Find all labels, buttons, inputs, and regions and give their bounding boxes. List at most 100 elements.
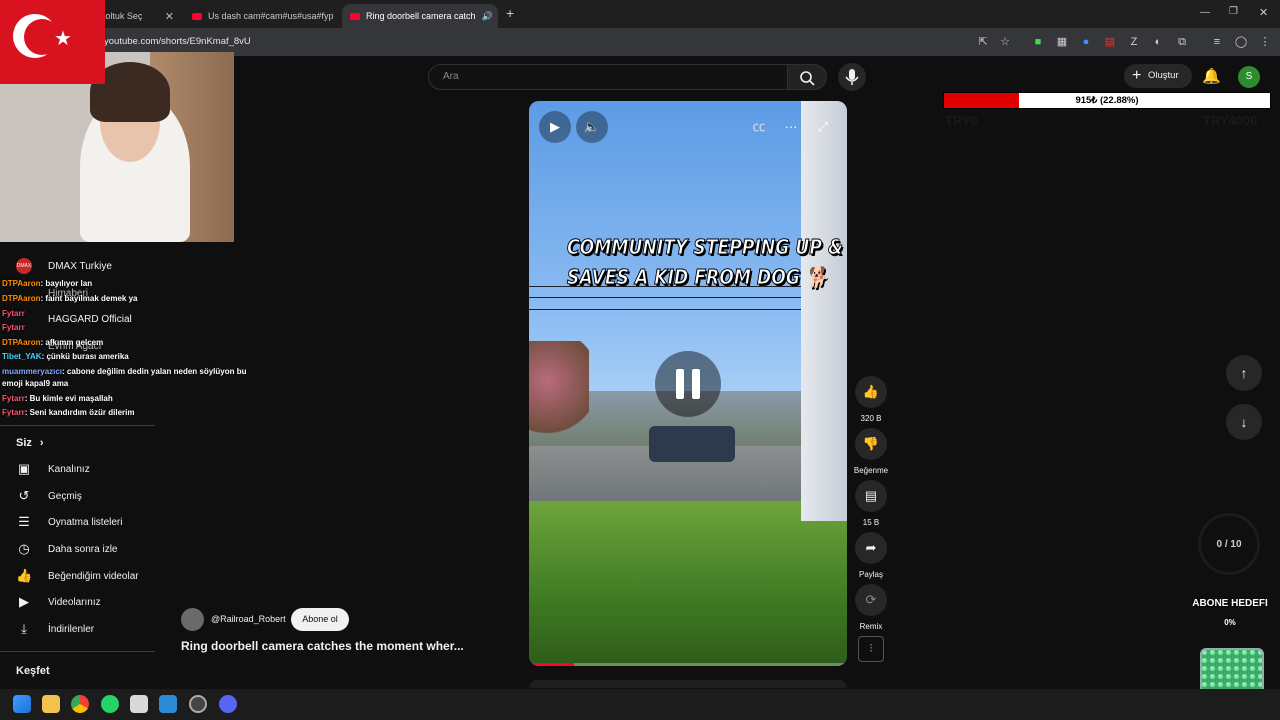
remix-button[interactable]: ⟳ Remix: [853, 584, 889, 631]
puzzle-icon[interactable]: ⧉: [1175, 35, 1189, 49]
sidebar-item-watch-later[interactable]: ◷ Daha sonra izle: [16, 540, 117, 558]
sidebar-item-label: Beğendiğim videolar: [48, 570, 139, 582]
extension-icon[interactable]: ◐: [1151, 35, 1165, 49]
dislike-label: Beğenme: [853, 466, 889, 475]
sidebar-item-label: Videolarınız: [48, 596, 101, 608]
subscription-dmax[interactable]: DMAX DMAX Turkiye: [16, 257, 112, 275]
window-close-icon[interactable]: ✕: [1259, 6, 1268, 19]
browser-tab-2[interactable]: Us dash cam#cam#us#usa#fyp ✕: [184, 4, 340, 28]
chat-message: DTPAaron: bayılıyor lan: [2, 279, 93, 288]
create-button[interactable]: + Oluştur: [1124, 64, 1192, 88]
fullscreen-icon[interactable]: ⤢: [807, 111, 839, 143]
pause-indicator[interactable]: [655, 351, 721, 417]
youtube-icon: [192, 12, 202, 20]
chat-message: DTPAaron: afkımm gelcem: [2, 338, 104, 347]
bookmark-star-icon[interactable]: ☆: [998, 35, 1012, 49]
captions-icon[interactable]: ㏄: [743, 111, 775, 143]
more-options-icon[interactable]: ···: [775, 111, 807, 143]
profile-icon[interactable]: ◯: [1234, 35, 1248, 49]
minimize-icon[interactable]: —: [1200, 7, 1210, 18]
browser-tab-3[interactable]: Ring doorbell camera catch 🔊 ✕: [342, 4, 498, 28]
clock-icon: ◷: [18, 541, 30, 556]
thumbs-up-icon: 👍: [16, 568, 33, 583]
extension-icon[interactable]: ●: [1079, 35, 1093, 49]
media-control-icon[interactable]: ≡: [1210, 35, 1224, 49]
app-icon[interactable]: [189, 695, 207, 713]
next-short-button[interactable]: ↓: [1226, 404, 1262, 440]
avatar[interactable]: S: [1238, 66, 1260, 88]
video-overlay-title: COMMUNITY STEPPING UP & SAVES A KID FROM…: [567, 232, 844, 292]
share-button[interactable]: ➦ Paylaş: [853, 532, 889, 579]
sidebar-item-channel[interactable]: ▣ Kanalınız: [16, 460, 90, 478]
menu-dots-icon[interactable]: ⋮: [1258, 35, 1272, 49]
tab-label: Us dash cam#cam#us#usa#fyp: [208, 11, 334, 21]
subscription-name: HAGGARD Official: [48, 313, 132, 325]
subscriber-goal-counter: 0 / 10: [1216, 539, 1242, 550]
next-video-peek: [529, 680, 847, 688]
subscribe-button[interactable]: Abone ol: [291, 608, 349, 631]
close-icon[interactable]: ✕: [493, 10, 498, 23]
play-button[interactable]: ▶: [539, 111, 571, 143]
app-icon[interactable]: [130, 695, 148, 713]
video-caption[interactable]: Ring doorbell camera catches the moment …: [181, 639, 464, 653]
video-progress-bar[interactable]: [529, 663, 847, 666]
subscriber-goal-title: ABONE HEDEFI: [1192, 598, 1268, 609]
close-icon[interactable]: ✕: [334, 10, 341, 23]
chrome-icon[interactable]: [71, 695, 89, 713]
extension-icon[interactable]: ▤: [1103, 35, 1117, 49]
dislike-button[interactable]: 👎 Beğenme: [853, 428, 889, 475]
history-icon: ↺: [18, 488, 30, 503]
subscription-haggard[interactable]: HAGGARD Official: [16, 310, 132, 328]
donation-max-label: TRY4000: [1203, 113, 1258, 128]
whatsapp-icon[interactable]: [101, 695, 119, 713]
sidebar-item-label: Geçmiş: [48, 490, 82, 502]
new-tab-button[interactable]: +: [506, 5, 514, 21]
chat-message: muammeryazıcı: cabone değilim dedin yala…: [2, 367, 247, 376]
sidebar-item-downloads[interactable]: ⤓ İndirilenler: [16, 620, 94, 638]
you-section-header[interactable]: Siz ›: [16, 434, 44, 452]
restore-icon[interactable]: ❐: [1229, 6, 1238, 17]
remix-icon: ⟳: [855, 584, 887, 616]
share-icon: ➦: [855, 532, 887, 564]
subscription-name: DMAX Turkiye: [48, 260, 112, 272]
close-icon[interactable]: ✕: [159, 10, 174, 23]
extension-icon[interactable]: ■: [1031, 35, 1045, 49]
sidebar-item-playlists[interactable]: ☰ Oynatma listeleri: [16, 513, 122, 531]
channel-avatar[interactable]: [181, 608, 204, 631]
microphone-icon: [845, 69, 859, 85]
audio-wave-icon[interactable]: ⫶: [858, 636, 884, 662]
notifications-bell-icon[interactable]: 🔔: [1202, 67, 1221, 85]
channel-name[interactable]: @Railroad_Robert: [211, 614, 286, 624]
like-button[interactable]: 👍 320 B: [853, 376, 889, 423]
extension-icon[interactable]: Z: [1127, 35, 1141, 49]
previous-short-button[interactable]: ↑: [1226, 355, 1262, 391]
tab-label: Ring doorbell camera catch: [366, 11, 476, 21]
file-explorer-icon[interactable]: [42, 695, 60, 713]
voice-search-button[interactable]: [838, 63, 866, 91]
youtube-icon: [350, 12, 360, 20]
sidebar-item-your-videos[interactable]: ▶ Videolarınız: [16, 593, 101, 611]
volume-icon[interactable]: 🔈: [576, 111, 608, 143]
sidebar-item-label: Daha sonra izle: [48, 543, 118, 555]
explore-header: Keşfet: [16, 665, 50, 677]
taskbar: [0, 689, 1280, 720]
sidebar-item-liked-videos[interactable]: 👍 Beğendiğim videolar: [16, 567, 139, 585]
url-field[interactable]: youtube.com/shorts/E9nKmaf_8vU: [104, 36, 251, 47]
plus-icon: +: [1132, 67, 1142, 84]
short-video-player[interactable]: COMMUNITY STEPPING UP & SAVES A KID FROM…: [529, 101, 847, 666]
extension-icon[interactable]: ▦: [1055, 35, 1069, 49]
sidebar-item-history[interactable]: ↺ Geçmiş: [16, 487, 82, 505]
cast-icon[interactable]: ⇱: [976, 35, 990, 49]
search-input[interactable]: Ara: [428, 64, 788, 90]
create-label: Oluştur: [1148, 70, 1179, 81]
app-icon[interactable]: [159, 695, 177, 713]
remix-label: Remix: [859, 622, 883, 631]
power-line: [529, 297, 847, 298]
windows-start-icon[interactable]: [13, 695, 31, 713]
comment-icon: ▤: [855, 480, 887, 512]
search-button[interactable]: [787, 64, 827, 90]
comments-button[interactable]: ▤ 15 B: [853, 480, 889, 527]
comment-count: 15 B: [862, 518, 880, 527]
like-count: 320 B: [860, 414, 882, 423]
discord-icon[interactable]: [219, 695, 237, 713]
